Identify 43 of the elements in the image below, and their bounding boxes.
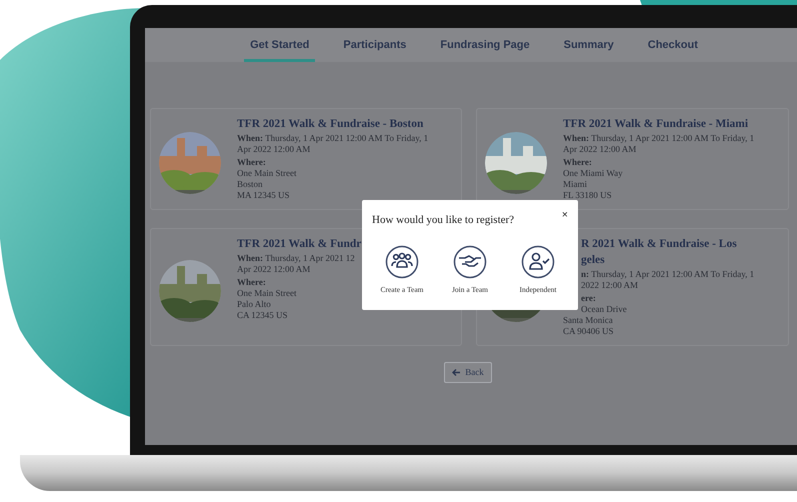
event-text: One Main Street [237,288,298,299]
event-text: Apr 2022 12:00 AM [237,264,312,275]
back-button[interactable]: Back [444,362,492,383]
tab[interactable]: Get Started [244,28,316,62]
tab[interactable]: Fundrasing Page [434,28,536,62]
event-card[interactable]: TFR 2021 Walk & Fundraise - Miami When: Thursday, 1 Apr 2021 12:00 AM To Friday, 1 Apr 2022 12:00 AM Where: One Miami Way Miami FL 33180 US [476,108,789,210]
tab[interactable]: Checkout [642,28,704,62]
event-date: n: Thursday, 1 Apr 2021 12:00 AM To Friday, 1 [580,269,754,280]
event-text: Ocean Drive [580,304,628,315]
event-text: Palo Alto [237,299,272,310]
event-text: FL 33180 US [563,190,613,201]
event-card[interactable]: TFR 2021 Walk & Fundraise - Boston When: Thursday, 1 Apr 2021 12:00 AM To Friday, 1 Apr 2022 12:00 AM Where: One Main Street Boston MA 12345 US [150,108,462,210]
event-text: 2022 12:00 AM [580,280,640,291]
tab[interactable]: Summary [558,28,620,62]
where-label: Where: [563,157,593,168]
close-button[interactable]: × [562,210,568,221]
event-title: R 2021 Walk & Fundraise - Los [580,237,738,252]
event-text: CA 90406 US [563,326,615,337]
event-date: When: Thursday, 1 Apr 2021 12 [237,253,356,264]
tab[interactable]: Participants [337,28,412,62]
where-label: ere: [580,293,597,304]
people-icon [385,244,419,278]
event-title: TFR 2021 Walk & Fundraise - Boston [237,117,424,132]
event-text: CA 12345 US [237,310,289,321]
event-title: TFR 2021 Walk & Fundraise - Miami [563,117,750,132]
event-text: Apr 2022 12:00 AM [563,144,638,155]
event-text: MA 12345 US [237,190,291,201]
event-date: When: Thursday, 1 Apr 2021 12:00 AM To Friday, 1 [563,133,754,144]
where-label: Where: [237,277,267,288]
event-text: Apr 2022 12:00 AM [237,144,312,155]
where-label: Where: [237,157,267,168]
event-title: geles [580,253,606,268]
event-text: Miami [563,179,588,190]
person-check-icon [521,244,555,278]
event-text: One Main Street [237,168,298,179]
handshake-icon [453,244,487,278]
arrow-left-icon [452,369,460,376]
event-text: Boston [237,179,264,190]
event-text: Santa Monica [563,315,614,326]
event-text: One Miami Way [563,168,624,179]
dialog-title: How would you like to register? [372,213,514,228]
event-title: TFR 2021 Walk & Fundr [237,237,362,252]
event-date: When: Thursday, 1 Apr 2021 12:00 AM To Friday, 1 [237,133,428,144]
